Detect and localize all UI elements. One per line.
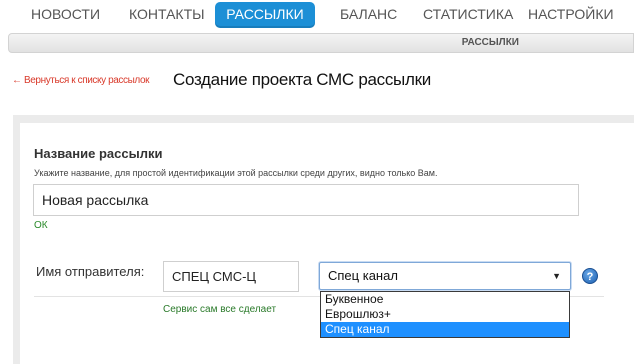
sender-type-select[interactable]: Спец канал ▼ [319, 262, 571, 290]
top-navigation: НОВОСТИ КОНТАКТЫ РАССЫЛКИ БАЛАНС СТАТИСТ… [0, 0, 634, 30]
nav-item-balance[interactable]: БАЛАНС [340, 2, 397, 28]
dropdown-option-alphanumeric[interactable]: Буквенное [321, 292, 569, 307]
section-bar: РАССЫЛКИ [8, 33, 634, 53]
mailing-name-input[interactable]: Новая рассылка [33, 184, 579, 216]
mailing-name-status: ОК [34, 220, 48, 231]
question-mark-icon[interactable]: ? [582, 268, 598, 284]
chevron-down-icon: ▼ [552, 271, 561, 281]
sender-type-dropdown: Буквенное Еврошлюз+ Спец канал [320, 291, 570, 338]
sender-name-input[interactable]: СПЕЦ СМС-Ц [163, 261, 299, 292]
section-bar-label: РАССЫЛКИ [461, 37, 519, 48]
nav-item-settings[interactable]: НАСТРОЙКИ [528, 2, 614, 28]
nav-item-mailings[interactable]: РАССЫЛКИ [215, 2, 315, 28]
mailing-name-label: Название рассылки [34, 146, 163, 161]
dropdown-option-eurogateway[interactable]: Еврошлюз+ [321, 307, 569, 322]
nav-item-contacts[interactable]: КОНТАКТЫ [129, 2, 205, 28]
page-title: Создание проекта СМС рассылки [173, 70, 431, 89]
nav-item-statistics[interactable]: СТАТИСТИКА [423, 2, 513, 28]
back-to-list-link[interactable]: ← Вернуться к списку рассылок [12, 75, 149, 86]
dropdown-option-special-channel[interactable]: Спец канал [321, 322, 569, 337]
nav-item-news[interactable]: НОВОСТИ [31, 2, 100, 28]
sender-name-label: Имя отправителя: [36, 264, 145, 279]
sender-type-selected-value: Спец канал [328, 268, 398, 283]
service-note: Сервис сам все сделает [163, 304, 277, 315]
mailing-name-hint: Укажите название, для простой идентифика… [34, 168, 438, 178]
